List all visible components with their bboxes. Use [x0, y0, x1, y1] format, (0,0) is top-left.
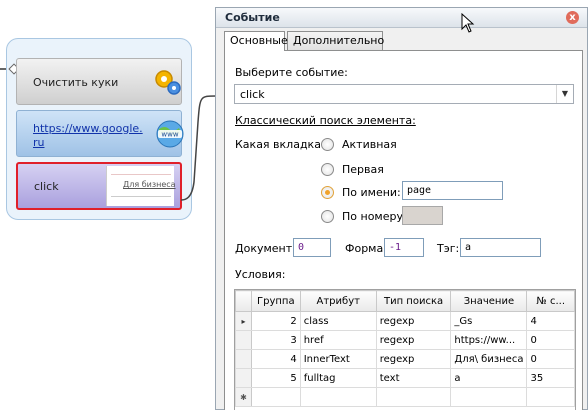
cell-number[interactable]: 4: [526, 311, 575, 331]
block-open-url[interactable]: https://www.google.ru www: [16, 110, 184, 157]
radio-button[interactable]: [321, 138, 334, 151]
cell-search-type[interactable]: regexp: [375, 311, 452, 331]
www-text: www: [161, 131, 178, 139]
event-select-value: click: [240, 88, 265, 101]
close-button[interactable]: x: [566, 11, 579, 24]
cell-value[interactable]: Для\ бизнеса: [450, 349, 528, 369]
cell-attribute[interactable]: class: [299, 311, 377, 331]
event-select[interactable]: click ▼: [234, 84, 574, 104]
block-label: Очистить куки: [33, 76, 119, 89]
new-cell[interactable]: [250, 387, 301, 407]
workflow-canvas[interactable]: Очистить куки https://www.google.ru www …: [0, 0, 217, 410]
new-row-icon[interactable]: ✱: [235, 387, 252, 407]
dialog-title: Событие: [225, 11, 280, 24]
connection-curve: [180, 95, 217, 201]
new-cell[interactable]: [375, 387, 452, 407]
chevron-down-icon[interactable]: ▼: [556, 85, 573, 103]
tag-input[interactable]: a: [460, 238, 541, 257]
cell-attribute[interactable]: href: [299, 330, 377, 350]
cell-attribute[interactable]: fulltag: [299, 368, 377, 388]
tag-label: Тэг:: [437, 242, 460, 255]
cell-group[interactable]: 3: [250, 330, 301, 350]
table-new-row[interactable]: ✱: [235, 387, 575, 407]
radio-label: Активная: [342, 138, 397, 151]
tab-panel-main: Выберите событие: click ▼ Классический п…: [224, 50, 583, 410]
column-header-number[interactable]: № с...: [526, 290, 575, 312]
new-cell[interactable]: [450, 387, 528, 407]
cell-value[interactable]: _Gs: [450, 311, 528, 331]
radio-button-checked[interactable]: [321, 186, 334, 199]
table-row[interactable]: ▸ 2 class regexp _Gs 4: [235, 311, 575, 331]
cell-group[interactable]: 4: [250, 349, 301, 369]
table-row[interactable]: 5 fulltag text a 35: [235, 368, 575, 388]
preview-text: Для бизнеса: [123, 180, 176, 189]
tab-number-input[interactable]: [402, 206, 443, 225]
block-label: https://www.google.ru: [33, 122, 143, 149]
column-header-value[interactable]: Значение: [450, 290, 528, 312]
document-input[interactable]: 0: [293, 238, 331, 257]
form-label: Форма:: [345, 242, 387, 255]
event-label: Выберите событие:: [235, 66, 348, 79]
row-selector[interactable]: [235, 330, 252, 350]
block-label: click: [34, 180, 59, 193]
conditions-grid[interactable]: Группа Атрибут Тип поиска Значение № с..…: [234, 289, 576, 410]
cell-attribute[interactable]: InnerText: [299, 349, 377, 369]
document-label: Документ:: [235, 242, 296, 255]
cell-number[interactable]: 35: [526, 368, 575, 388]
block-click-selected[interactable]: click Для бизнеса: [16, 162, 182, 210]
row-selector[interactable]: ▸: [235, 311, 252, 331]
row-selector[interactable]: [235, 349, 252, 369]
table-row[interactable]: 4 InnerText regexp Для\ бизнеса 0: [235, 349, 575, 369]
radio-button[interactable]: [321, 163, 334, 176]
tab-main[interactable]: Основные: [224, 31, 288, 51]
preview-divider: [111, 196, 171, 197]
radio-button[interactable]: [321, 210, 334, 223]
gears-icon: [155, 70, 181, 95]
element-preview: Для бизнеса: [106, 166, 176, 206]
cell-group[interactable]: 2: [250, 311, 301, 331]
which-tab-label: Какая вкладка:: [235, 138, 325, 151]
conditions-label: Условия:: [235, 268, 286, 281]
column-header-group[interactable]: Группа: [250, 290, 301, 312]
new-cell[interactable]: [299, 387, 377, 407]
preview-divider: [111, 174, 171, 175]
tab-additional[interactable]: Дополнительно: [287, 31, 384, 50]
new-cell[interactable]: [526, 387, 575, 407]
event-dialog: Событие x Основные Дополнительно Выберит…: [215, 7, 588, 410]
column-header-attribute[interactable]: Атрибут: [299, 290, 377, 312]
search-section-title: Классический поиск элемента:: [235, 114, 416, 127]
row-selector[interactable]: [235, 368, 252, 388]
cell-group[interactable]: 5: [250, 368, 301, 388]
tab-name-input[interactable]: page: [402, 181, 503, 200]
cell-value[interactable]: https://ww...: [450, 330, 528, 350]
block-clear-cookies[interactable]: Очистить куки: [16, 58, 182, 105]
radio-label: Первая: [342, 163, 384, 176]
cell-value[interactable]: a: [450, 368, 528, 388]
cell-search-type[interactable]: regexp: [375, 349, 452, 369]
cell-search-type[interactable]: regexp: [375, 330, 452, 350]
radio-label: По номеру:: [342, 210, 407, 223]
column-header-search-type[interactable]: Тип поиска: [375, 290, 452, 312]
grid-corner: [235, 290, 252, 312]
radio-label: По имени:: [342, 186, 401, 199]
cell-number[interactable]: 0: [526, 330, 575, 350]
form-input[interactable]: -1: [384, 238, 424, 257]
mouse-cursor-icon: [461, 13, 475, 33]
cell-number[interactable]: 0: [526, 349, 575, 369]
table-row[interactable]: 3 href regexp https://ww... 0: [235, 330, 575, 350]
grid-header-row: Группа Атрибут Тип поиска Значение № с..…: [235, 290, 575, 312]
dialog-titlebar[interactable]: Событие x: [216, 8, 587, 33]
cell-search-type[interactable]: text: [375, 368, 452, 388]
